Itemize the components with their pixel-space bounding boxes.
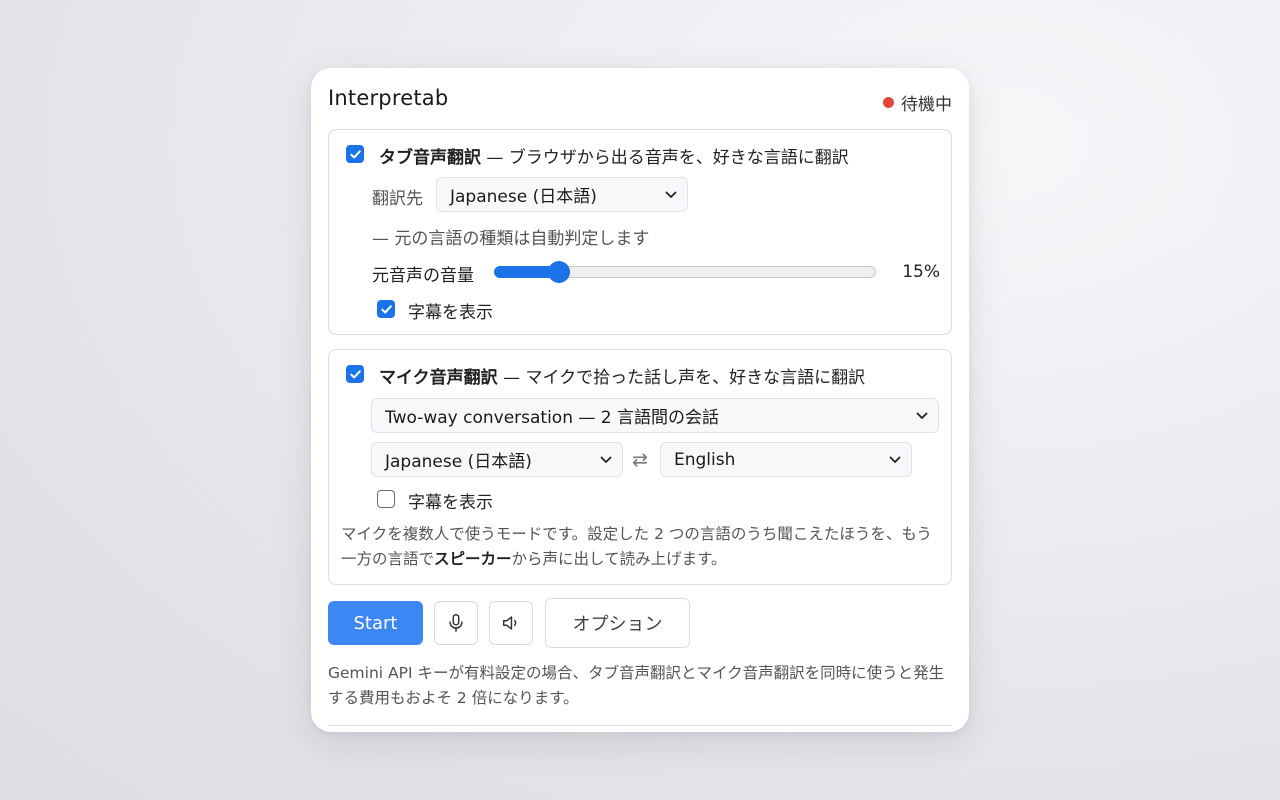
status-indicator: 待機中: [883, 90, 952, 115]
options-button[interactable]: オプション: [545, 598, 690, 648]
language-a-value: Japanese (日本語): [385, 452, 532, 472]
target-language-select[interactable]: Japanese (日本語): [436, 177, 688, 212]
original-volume-label: 元音声の音量: [372, 266, 474, 286]
swap-languages-icon[interactable]: ⇄: [632, 449, 648, 471]
chevron-down-icon: [665, 191, 677, 198]
speaker-button[interactable]: [489, 601, 533, 645]
tab-translation-name: タブ音声翻訳: [379, 148, 481, 168]
tab-subtitles-checkbox[interactable]: [377, 300, 395, 318]
check-icon: [380, 304, 392, 313]
mic-note-part2: から声に出して読み上げます。: [511, 550, 727, 568]
mic-subtitles-label: 字幕を表示: [408, 493, 493, 513]
header: Interpretab 待機中: [328, 86, 952, 115]
tab-subtitles-label: 字幕を表示: [408, 303, 493, 323]
target-language-label: 翻訳先: [372, 189, 423, 209]
mic-translation-section: マイク音声翻訳 — マイクで拾った話し声を、好きな言語に翻訳 Two-way c…: [328, 349, 952, 585]
language-a-select[interactable]: Japanese (日本語): [371, 442, 623, 477]
tab-translation-checkbox[interactable]: [346, 145, 364, 163]
status-label: 待機中: [901, 95, 952, 115]
mic-translation-checkbox[interactable]: [346, 365, 364, 383]
speaker-icon: [502, 616, 517, 630]
mic-mode-note: マイクを複数人で使うモードです。設定した 2 つの言語のうち聞こえたほうを、もう…: [341, 522, 933, 572]
status-dot-icon: [883, 97, 894, 108]
mic-mode-select[interactable]: Two-way conversation — 2 言語間の会話: [371, 398, 939, 433]
language-b-select[interactable]: English: [660, 442, 912, 477]
mic-translation-title: マイク音声翻訳 — マイクで拾った話し声を、好きな言語に翻訳: [379, 363, 865, 388]
mic-mode-value: Two-way conversation — 2 言語間の会話: [385, 408, 720, 428]
cost-note: Gemini API キーが有料設定の場合、タブ音声翻訳とマイク音声翻訳を同時に…: [328, 664, 945, 707]
popup-panel: Interpretab 待機中 タブ音声翻訳 — ブラウザから出る音声を、好きな…: [311, 68, 969, 732]
volume-percent: 15%: [902, 262, 940, 282]
mic-button[interactable]: [434, 601, 478, 645]
chevron-down-icon: [889, 456, 901, 463]
auto-detect-note: — 元の言語の種類は自動判定します: [372, 229, 650, 249]
app-title: Interpretab: [328, 86, 449, 110]
microphone-icon: [449, 614, 463, 632]
divider: [328, 725, 952, 726]
chevron-down-icon: [600, 456, 612, 463]
check-icon: [349, 149, 361, 158]
mic-subtitles-checkbox[interactable]: [377, 490, 395, 508]
mic-note-bold: スピーカー: [434, 550, 512, 568]
tab-translation-section: タブ音声翻訳 — ブラウザから出る音声を、好きな言語に翻訳 翻訳先 Japane…: [328, 129, 952, 335]
target-language-value: Japanese (日本語): [450, 187, 597, 207]
slider-thumb[interactable]: [548, 261, 570, 283]
mic-translation-description: — マイクで拾った話し声を、好きな言語に翻訳: [497, 368, 866, 388]
language-b-value: English: [674, 449, 736, 470]
tab-translation-title: タブ音声翻訳 — ブラウザから出る音声を、好きな言語に翻訳: [379, 143, 849, 168]
mic-translation-name: マイク音声翻訳: [379, 368, 498, 388]
start-button[interactable]: Start: [328, 601, 423, 645]
chevron-down-icon: [916, 412, 928, 419]
tab-translation-description: — ブラウザから出る音声を、好きな言語に翻訳: [481, 148, 849, 168]
check-icon: [349, 369, 361, 378]
